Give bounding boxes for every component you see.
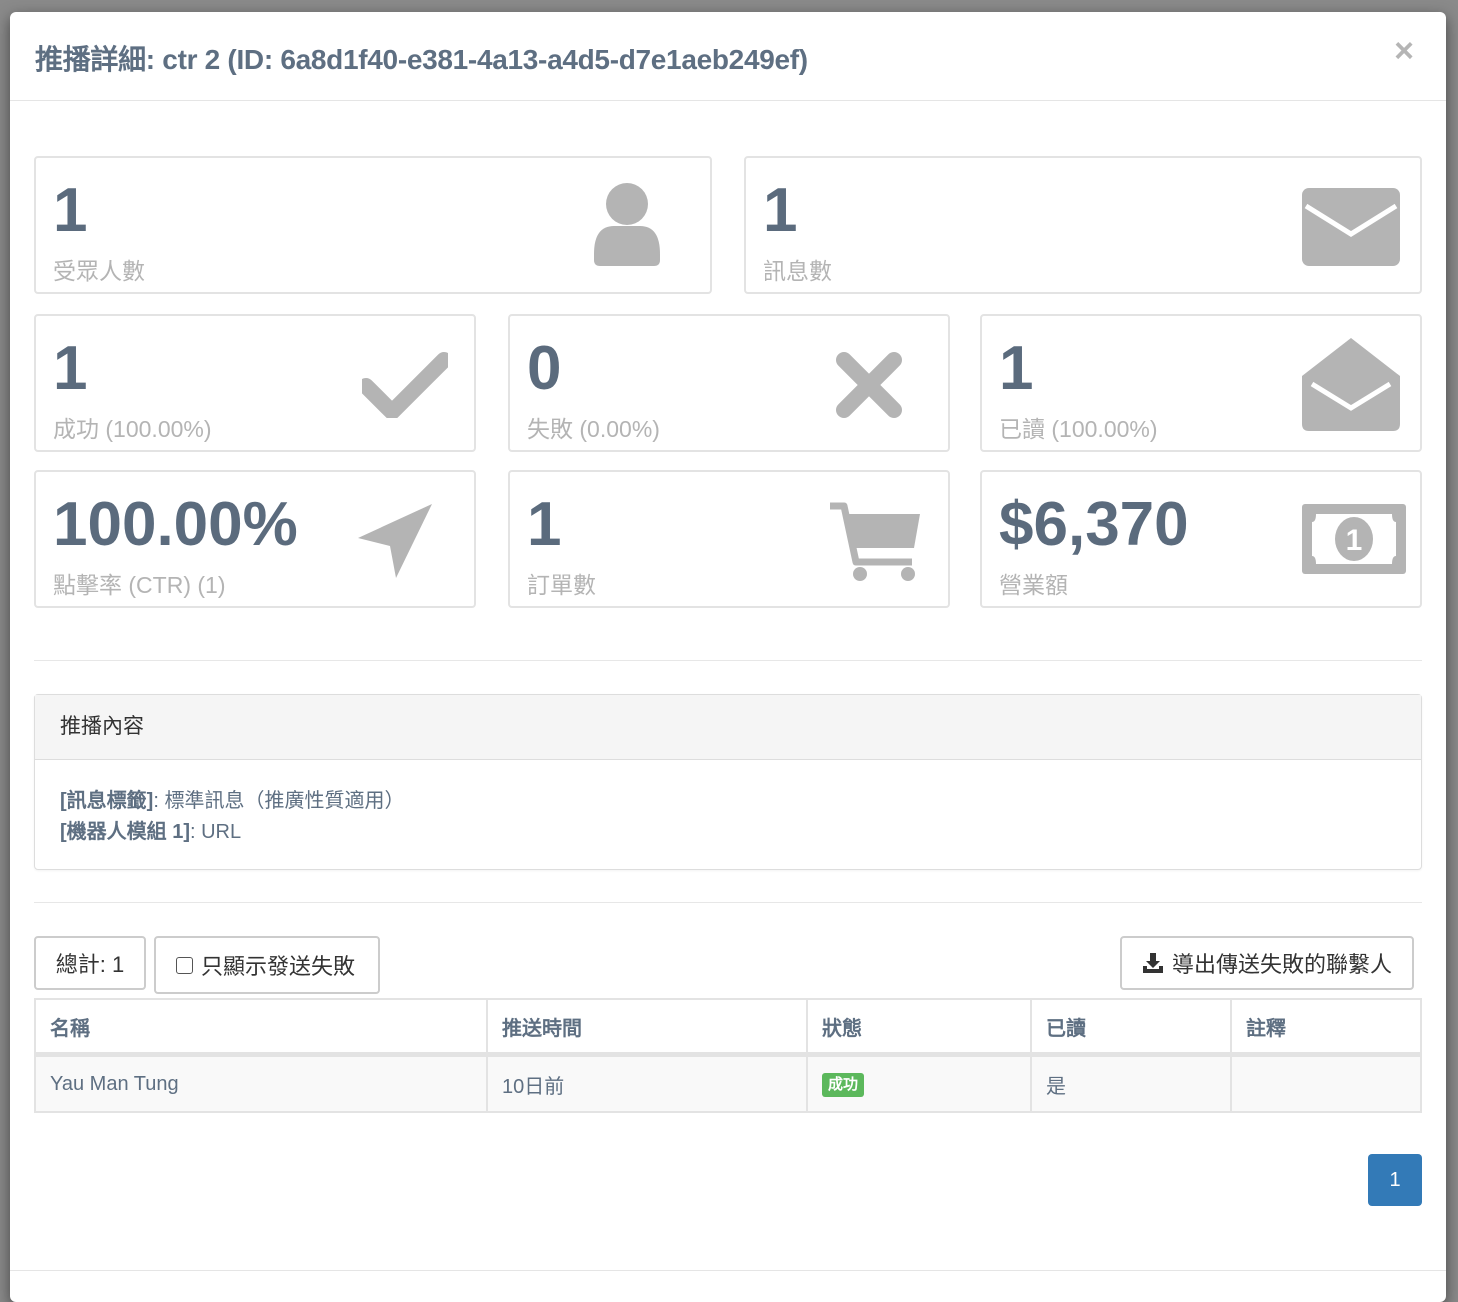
- stat-value: 1: [763, 176, 798, 245]
- divider: [34, 660, 1422, 661]
- stat-ctr: 100.00% 點擊率 (CTR) (1): [34, 470, 476, 608]
- stat-value: 100.00%: [53, 490, 298, 559]
- stat-audience: 1 受眾人數: [34, 156, 712, 294]
- content-key: [訊息標籤]: [60, 790, 154, 812]
- content-key: [機器人模組 1]: [60, 821, 190, 843]
- cell-name: Yau Man Tung: [34, 1053, 488, 1113]
- user-icon: [594, 183, 660, 266]
- failed-only-checkbox[interactable]: [176, 956, 193, 974]
- stat-messages: 1 訊息數: [744, 156, 1422, 294]
- stat-label: 失敗 (0.00%): [527, 416, 660, 442]
- content-panel: 推播內容 [訊息標籤]: 標準訊息（推廣性質適用） [機器人模組 1]: URL: [34, 694, 1422, 870]
- cell-time: 10日前: [486, 1053, 808, 1113]
- download-icon: [1143, 953, 1163, 973]
- header-read[interactable]: 已讀: [1030, 998, 1232, 1057]
- table-header-row: 名稱 推送時間 狀態 已讀 註釋: [34, 998, 1422, 1057]
- content-value: : 標準訊息（推廣性質適用）: [153, 790, 405, 812]
- stat-orders: 1 訂單數: [508, 470, 950, 608]
- close-button[interactable]: ×: [1394, 34, 1414, 68]
- header-name[interactable]: 名稱: [34, 998, 488, 1057]
- svg-text:1: 1: [1346, 524, 1363, 557]
- stat-read: 1 已讀 (100.00%): [980, 314, 1422, 452]
- total-count-button[interactable]: 總計: 1: [34, 936, 146, 990]
- export-failed-label: 導出傳送失敗的聯繫人: [1172, 952, 1393, 977]
- pagination-page-1[interactable]: 1: [1368, 1154, 1422, 1206]
- shopping-cart-icon: [830, 502, 920, 581]
- status-badge: 成功: [822, 1072, 865, 1097]
- stat-label: 成功 (100.00%): [53, 416, 212, 442]
- modal-footer-divider: [10, 1270, 1446, 1271]
- stat-success: 1 成功 (100.00%): [34, 314, 476, 452]
- header-status[interactable]: 狀態: [806, 998, 1032, 1057]
- export-failed-button[interactable]: 導出傳送失敗的聯繫人: [1120, 936, 1414, 990]
- panel-body: [訊息標籤]: 標準訊息（推廣性質適用） [機器人模組 1]: URL: [35, 760, 1421, 874]
- failed-only-toggle[interactable]: 只顯示發送失敗: [154, 936, 380, 994]
- content-line-tag: [訊息標籤]: 標準訊息（推廣性質適用）: [60, 786, 1396, 817]
- stat-label: 已讀 (100.00%): [999, 416, 1158, 442]
- modal-title: 推播詳細: ctr 2 (ID: 6a8d1f40-e381-4a13-a4d5…: [35, 44, 808, 75]
- location-arrow-icon: [358, 504, 432, 578]
- money-icon: 1: [1302, 504, 1406, 574]
- envelope-open-icon: [1302, 338, 1400, 431]
- content-value: : URL: [190, 821, 242, 843]
- content-line-bot: [機器人模組 1]: URL: [60, 817, 1396, 848]
- header-note[interactable]: 註釋: [1230, 998, 1422, 1057]
- divider: [34, 902, 1422, 903]
- stat-value: 1: [53, 176, 88, 245]
- stat-label: 訂單數: [527, 572, 596, 598]
- stat-label: 營業額: [999, 572, 1068, 598]
- stat-value: $6,370: [999, 490, 1189, 559]
- check-icon: [362, 352, 448, 418]
- stat-value: 1: [527, 490, 562, 559]
- stat-label: 訊息數: [763, 258, 832, 284]
- stat-value: 0: [527, 334, 562, 403]
- total-count-label: 總計: 1: [55, 952, 125, 977]
- failed-only-label: 只顯示發送失敗: [201, 954, 356, 979]
- stat-value: 1: [999, 334, 1034, 403]
- table-row: Yau Man Tung 10日前 成功 是: [34, 1053, 1422, 1113]
- header-time[interactable]: 推送時間: [486, 998, 808, 1057]
- recipients-table: 名稱 推送時間 狀態 已讀 註釋 Yau Man Tung 10日前 成功 是: [34, 998, 1422, 1113]
- times-icon: [836, 352, 902, 418]
- cell-read: 是: [1030, 1053, 1232, 1113]
- stat-failed: 0 失敗 (0.00%): [508, 314, 950, 452]
- push-detail-modal: 推播詳細: ctr 2 (ID: 6a8d1f40-e381-4a13-a4d5…: [10, 12, 1446, 1302]
- cell-note: [1230, 1053, 1422, 1113]
- modal-header: 推播詳細: ctr 2 (ID: 6a8d1f40-e381-4a13-a4d5…: [10, 12, 1446, 101]
- stat-label: 受眾人數: [53, 258, 145, 284]
- stat-value: 1: [53, 334, 88, 403]
- panel-heading: 推播內容: [35, 695, 1421, 760]
- envelope-icon: [1302, 188, 1400, 266]
- stat-label: 點擊率 (CTR) (1): [53, 572, 226, 598]
- stat-revenue: $6,370 營業額 1: [980, 470, 1422, 608]
- cell-status: 成功: [806, 1053, 1032, 1113]
